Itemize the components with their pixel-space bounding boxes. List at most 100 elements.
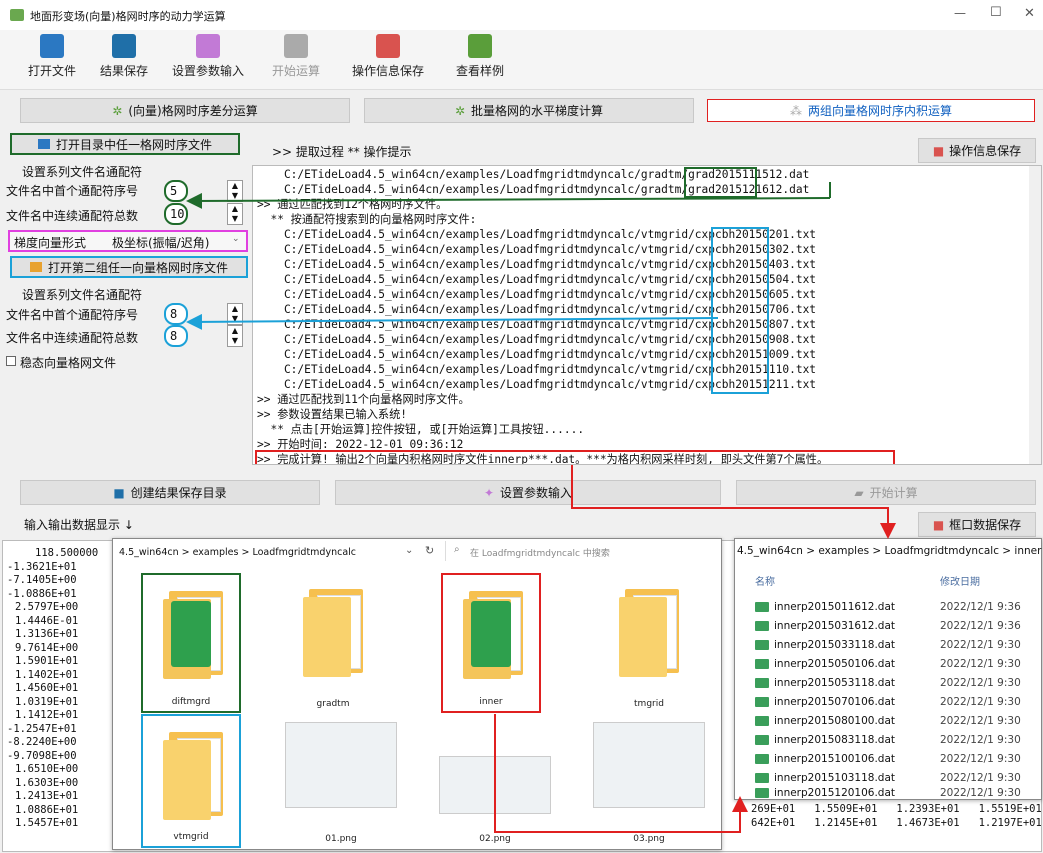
folder-icon — [463, 591, 525, 679]
steady-label: 稳态向量格网文件 — [20, 356, 117, 370]
count-stepper[interactable]: ▲ ▼ — [227, 203, 243, 225]
io-title: 输入输出数据显示 ↓ — [24, 518, 134, 532]
diff-mode-button[interactable]: ✲ (向量)格网时序差分运算 — [20, 98, 350, 123]
file-row[interactable]: innerp2015083118.dat 2022/12/1 9:30 — [735, 730, 1035, 749]
explorer-window-files: 4.5_win64cn > examples > Loadfmgridtmdyn… — [734, 538, 1042, 800]
file-icon — [755, 788, 769, 798]
file-row[interactable]: innerp2015031612.dat 2022/12/1 9:36 — [735, 616, 1035, 635]
wand-icon: ✦ — [483, 485, 495, 500]
create-dir-button[interactable]: ■ 创建结果保存目录 — [20, 480, 320, 505]
count-input[interactable]: 10 — [164, 203, 188, 225]
log-save-button[interactable]: ■ 操作信息保存 — [918, 138, 1036, 163]
log-line: C:/ETideLoad4.5_win64cn/examples/Loadfmg… — [257, 318, 817, 331]
gradient-mode-button[interactable]: ✲ 批量格网的水平梯度计算 — [364, 98, 694, 123]
data-column: 118.500000 -1.3621E+01 -7.1405E+00 -1.08… — [7, 547, 99, 829]
log-save-icon: ■ — [932, 517, 945, 532]
log-line: >> 通过匹配找到11个向量格网时序文件。 — [257, 393, 470, 406]
first-index-input[interactable]: 5 — [164, 180, 188, 202]
log-highlight-green — [684, 167, 757, 198]
folder-icon — [619, 589, 681, 677]
file-row[interactable]: innerp2015120106.dat 2022/12/1 9:30 — [735, 787, 1035, 799]
set-params-button[interactable]: ✦ 设置参数输入 — [335, 480, 721, 505]
file-row[interactable]: innerp2015053118.dat 2022/12/1 9:30 — [735, 673, 1035, 692]
file-icon — [755, 734, 769, 745]
title-bar: 地面形变场(向量)格网时序的动力学运算 — ☐ ✕ — [0, 0, 1043, 30]
file-row[interactable]: innerp2015080100.dat 2022/12/1 9:30 — [735, 711, 1035, 730]
chevron-down-icon: ⌄ — [232, 234, 240, 244]
refresh-icon[interactable]: ↻ — [425, 544, 434, 557]
log-line: C:/ETideLoad4.5_win64cn/examples/Loadfmg… — [257, 273, 817, 286]
group2-title: 设置系列文件名通配符 — [22, 288, 143, 302]
log-line: C:/ETideLoad4.5_win64cn/examples/Loadfmg… — [257, 333, 817, 346]
column-name-header[interactable]: 名称 — [755, 573, 775, 588]
file-list: innerp2015011612.dat 2022/12/1 9:36 inner… — [735, 597, 1041, 799]
io-save-button[interactable]: ■ 框口数据保存 — [918, 512, 1036, 537]
group1-title: 设置系列文件名通配符 — [22, 165, 143, 179]
folder-gradtm[interactable]: gradtm — [283, 573, 383, 713]
folder-tmgrid[interactable]: tmgrid — [599, 573, 699, 713]
file-01-png[interactable]: 01.png — [281, 714, 401, 848]
explorer-window-folders: 4.5_win64cn > examples > Loadfmgridtmdyn… — [112, 538, 722, 850]
start-calc-tool[interactable]: 开始运算 — [272, 34, 320, 84]
file-02-png[interactable]: 02.png — [435, 714, 555, 848]
inner-mode-button[interactable]: ⁂ 两组向量格网时序内积运算 — [707, 99, 1035, 122]
folder-yellow-icon — [29, 262, 42, 272]
folder-diftmgrd[interactable]: diftmgrd — [141, 573, 241, 713]
open-file-icon — [40, 34, 64, 58]
log-line: C:/ETideLoad4.5_win64cn/examples/Loadfmg… — [257, 288, 817, 301]
folder-vtmgrid[interactable]: vtmgrid — [141, 714, 241, 848]
file-icon — [755, 753, 769, 764]
file-icon — [755, 620, 769, 631]
explorer-search-input[interactable]: ⌕ 在 Loadfmgridtmdyncalc 中搜索 — [445, 541, 717, 561]
folder-icon — [163, 732, 225, 820]
chevron-down-icon: ⌄ — [405, 545, 414, 556]
log-line: C:/ETideLoad4.5_win64cn/examples/Loadfmg… — [257, 183, 810, 196]
log-save-icon: ■ — [932, 143, 945, 158]
first-index-input-2[interactable]: 8 — [164, 303, 188, 325]
folder-blue-icon — [37, 139, 50, 149]
log-line: ** 点击[开始运算]控件按钮, 或[开始运算]工具按钮...... — [257, 423, 585, 436]
steady-checkbox[interactable] — [6, 356, 16, 366]
file-row[interactable]: innerp2015033118.dat 2022/12/1 9:30 — [735, 635, 1035, 654]
run-icon — [284, 34, 308, 58]
log-line: C:/ETideLoad4.5_win64cn/examples/Loadfmg… — [257, 258, 817, 271]
save-icon — [112, 34, 136, 58]
log-highlight-blue — [711, 227, 769, 394]
file-row[interactable]: innerp2015011612.dat 2022/12/1 9:36 — [735, 597, 1035, 616]
save-log-tool[interactable]: 操作信息保存 — [352, 34, 424, 84]
start-calc-button[interactable]: ▰ 开始计算 — [736, 480, 1036, 505]
first-index-stepper[interactable]: ▲ ▼ — [227, 180, 243, 202]
diff-mode-icon: ✲ — [112, 103, 123, 118]
file-row[interactable]: innerp2015050106.dat 2022/12/1 9:30 — [735, 654, 1035, 673]
set-params-tool[interactable]: 设置参数输入 — [172, 34, 244, 84]
file-row[interactable]: innerp2015070106.dat 2022/12/1 9:30 — [735, 692, 1035, 711]
count-stepper-2[interactable]: ▲ ▼ — [227, 325, 243, 347]
log-line: C:/ETideLoad4.5_win64cn/examples/Loadfmg… — [257, 228, 817, 241]
first-index-label: 文件名中首个通配符序号 — [6, 184, 139, 198]
log-scrollbar[interactable] — [1029, 166, 1041, 464]
open-second-button[interactable]: 打开第二组任一向量格网时序文件 — [10, 256, 248, 278]
log-line: C:/ETideLoad4.5_win64cn/examples/Loadfmg… — [257, 243, 817, 256]
window-title: 地面形变场(向量)格网时序的动力学运算 — [30, 10, 226, 23]
file-row[interactable]: innerp2015103118.dat 2022/12/1 9:30 — [735, 768, 1035, 787]
folder-inner[interactable]: inner — [441, 573, 541, 713]
maximize-button[interactable]: ☐ — [990, 5, 1002, 20]
open-file-tool[interactable]: 打开文件 — [28, 34, 76, 84]
first-index-stepper-2[interactable]: ▲ ▼ — [227, 303, 243, 325]
save-result-tool[interactable]: 结果保存 — [100, 34, 148, 84]
count-input-2[interactable]: 8 — [164, 325, 188, 347]
gradient-form-select[interactable]: 极坐标(振幅/迟角) — [112, 234, 209, 251]
bottom-values: 269E+01 1.5509E+01 1.2393E+01 1.5519E+01… — [751, 803, 1042, 829]
file-row[interactable]: innerp2015100106.dat 2022/12/1 9:30 — [735, 749, 1035, 768]
column-date-header[interactable]: 修改日期 — [940, 573, 980, 588]
log-line: >> 通过匹配找到12个格网时序文件。 — [257, 198, 448, 211]
open-dir-button[interactable]: 打开目录中任一格网时序文件 — [10, 133, 240, 155]
view-example-tool[interactable]: 查看样例 — [456, 34, 504, 84]
explorer-breadcrumb: 4.5_win64cn > examples > Loadfmgridtmdyn… — [119, 547, 357, 558]
log-line: >> 开始时间: 2022-12-01 09:36:12 — [257, 438, 464, 451]
close-button[interactable]: ✕ — [1024, 6, 1035, 21]
log-line-final: >> 完成计算! 输出2个向量内积格网时序文件innerp***.dat。***… — [255, 450, 895, 464]
file-03-png[interactable]: 03.png — [589, 714, 709, 848]
minimize-button[interactable]: — — [954, 6, 966, 20]
inner-mode-icon: ⁂ — [789, 103, 802, 118]
